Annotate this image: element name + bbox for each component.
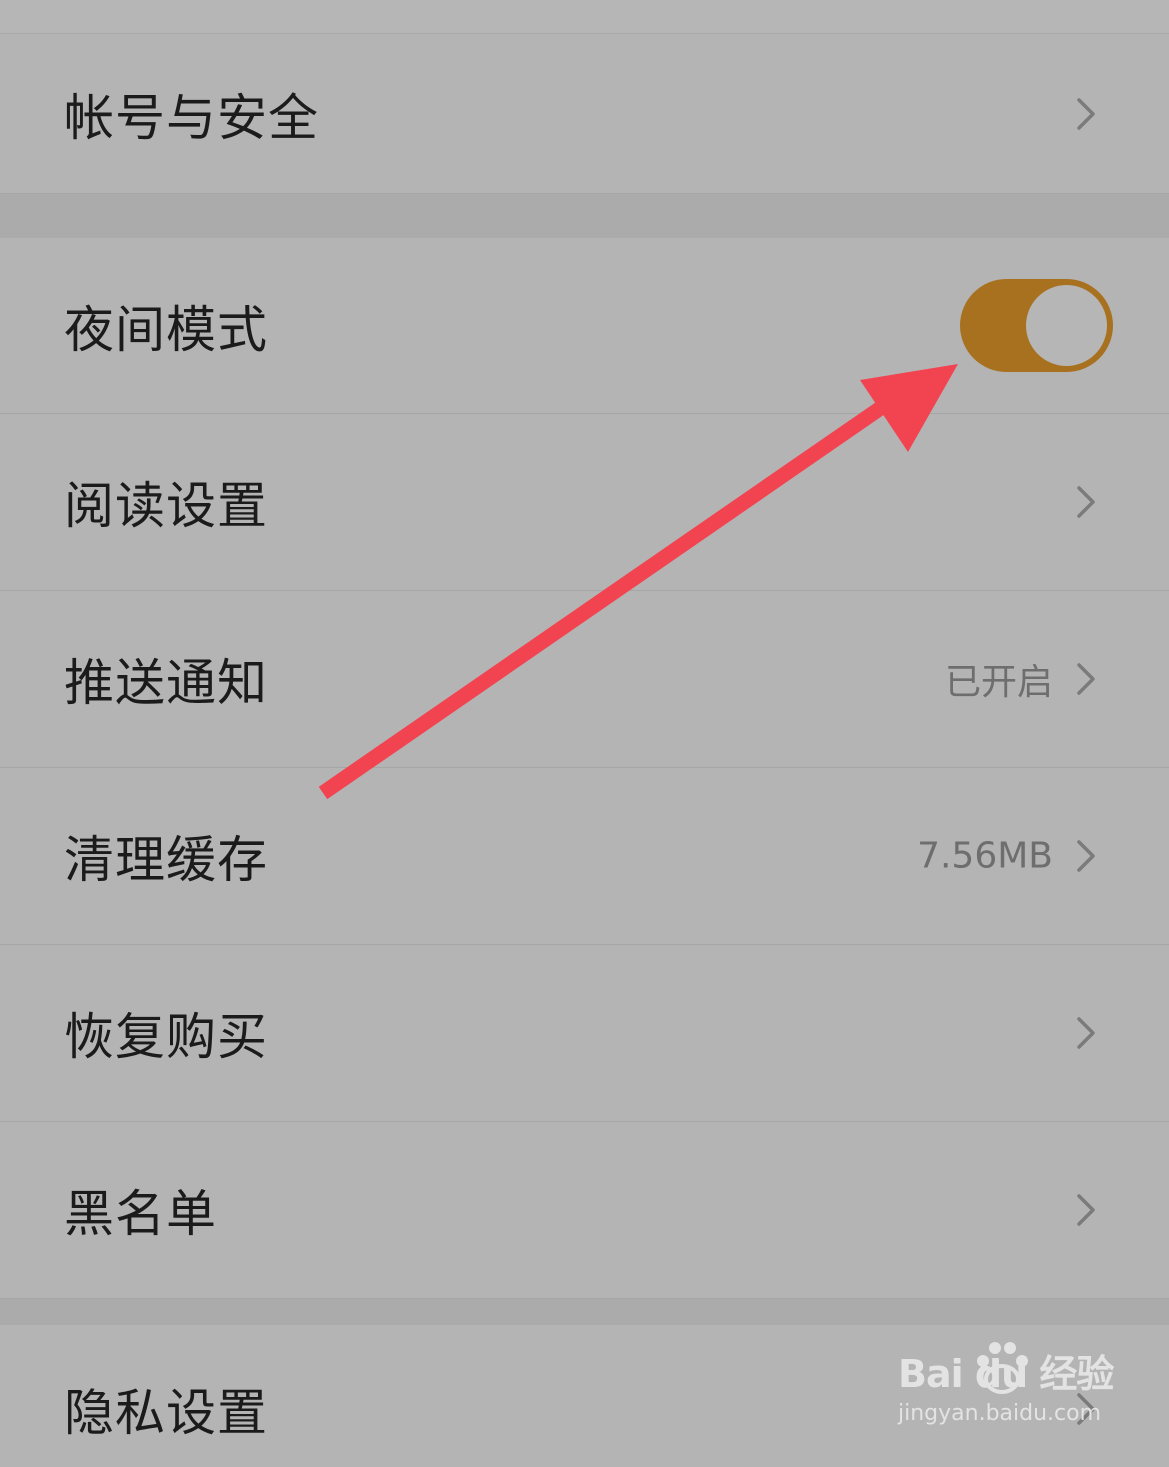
- row-label: 阅读设置: [64, 477, 268, 535]
- toggle-knob: [1026, 284, 1107, 366]
- row-label: 推送通知: [64, 654, 268, 712]
- baidu-jingyan-watermark: Bai du 经验 jingyan.baidu.com: [898, 1342, 1114, 1443]
- settings-row-clear-cache[interactable]: 清理缓存 7.56MB: [0, 768, 1169, 945]
- push-status-value: 已开启: [944, 662, 1053, 703]
- chevron-right-icon: [1073, 485, 1099, 519]
- section-divider: [0, 1299, 1169, 1325]
- settings-row-push-notification[interactable]: 推送通知 已开启: [0, 591, 1169, 768]
- row-label: 清理缓存: [64, 831, 268, 889]
- chevron-right-icon: [1073, 662, 1099, 696]
- chevron-right-icon: [1073, 839, 1099, 873]
- settings-row-account-security[interactable]: 帐号与安全: [0, 34, 1169, 194]
- previous-row-edge: [0, 0, 1169, 34]
- paw-icon: [977, 1342, 1028, 1394]
- row-label: 夜间模式: [64, 300, 268, 359]
- settings-row-reading-settings[interactable]: 阅读设置: [0, 414, 1169, 591]
- settings-row-night-mode: 夜间模式: [0, 238, 1169, 414]
- chevron-right-icon: [1073, 97, 1099, 131]
- watermark-url: jingyan.baidu.com: [898, 1401, 1102, 1426]
- chevron-right-icon: [1073, 1016, 1099, 1050]
- settings-screen: 帐号与安全 夜间模式 阅读设置 推送通知 已开启 清理缓存 7.56MB 恢复购…: [0, 0, 1169, 1467]
- section-divider: [0, 194, 1169, 238]
- row-label: 黑名单: [64, 1185, 217, 1243]
- settings-row-blacklist[interactable]: 黑名单: [0, 1122, 1169, 1299]
- row-label: 帐号与安全: [64, 88, 319, 147]
- row-label: 隐私设置: [64, 1384, 268, 1442]
- cache-size-value: 7.56MB: [917, 835, 1053, 877]
- chevron-right-icon: [1073, 1193, 1099, 1227]
- settings-row-restore-purchase[interactable]: 恢复购买: [0, 945, 1169, 1122]
- night-mode-toggle[interactable]: [960, 278, 1113, 372]
- row-label: 恢复购买: [64, 1008, 268, 1066]
